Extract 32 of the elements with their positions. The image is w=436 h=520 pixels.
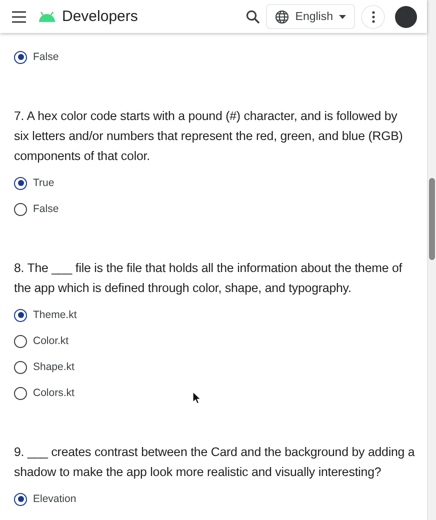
radio-button[interactable] <box>14 50 27 64</box>
site-name: Developers <box>62 8 138 25</box>
answer-option[interactable]: Colors.kt <box>14 380 415 406</box>
menu-icon[interactable] <box>12 10 26 22</box>
more-vertical-icon <box>372 10 374 22</box>
answer-option[interactable]: False <box>14 196 415 222</box>
search-icon[interactable] <box>246 10 260 24</box>
question-text: 8. The ___ file is the file that holds all the information about the theme of the app which is defined through color, shape, and typography. <box>14 260 404 297</box>
android-logo-icon <box>38 11 56 22</box>
answer-option[interactable]: Color.kt <box>14 328 415 354</box>
radio-button[interactable] <box>14 386 27 400</box>
answer-option[interactable]: Elevation <box>14 486 415 512</box>
question-text: 7. A hex color code starts with a pound (#) character, and is followed by six letters and/or numbers that represent the red, green, and blue (RGB) components of that color. <box>14 108 404 165</box>
scrollbar-thumb[interactable] <box>429 178 435 260</box>
answer-option[interactable]: False <box>14 44 415 70</box>
caret-icon <box>339 14 346 18</box>
radio-button[interactable] <box>14 202 27 216</box>
question-text: 9. ___ creates contrast between the Card and the background by adding a shadow to make the app look more realistic and visually interesting? <box>14 444 415 481</box>
more-options-button[interactable] <box>361 4 385 28</box>
radio-button[interactable] <box>14 492 27 506</box>
mouse-pointer-icon <box>193 392 201 404</box>
radio-button[interactable] <box>14 360 27 374</box>
language-selector[interactable]: English <box>266 4 355 29</box>
radio-button[interactable] <box>14 334 27 348</box>
globe-icon <box>275 10 290 24</box>
answer-option[interactable]: Shape.kt <box>14 354 415 380</box>
answer-option[interactable]: True <box>14 170 415 196</box>
answer-option[interactable]: Theme.kt <box>14 302 415 328</box>
scrollbar[interactable] <box>427 0 436 520</box>
radio-button[interactable] <box>14 308 27 322</box>
radio-button[interactable] <box>14 176 27 190</box>
account-avatar[interactable] <box>395 6 417 28</box>
